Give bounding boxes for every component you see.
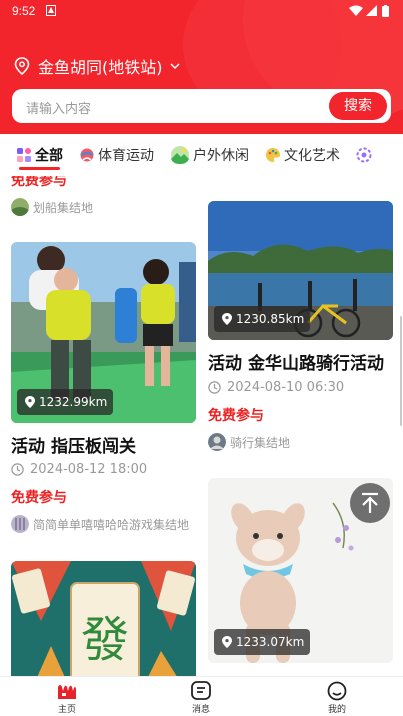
location-label: 金鱼胡同(地铁站) [38, 58, 163, 77]
culture-icon [266, 148, 280, 162]
chevron-down-icon [169, 63, 180, 70]
distance-badge: 1230.85km [214, 306, 311, 332]
organizer-name: 划船集结地 [33, 200, 94, 215]
tab-label: 体育运动 [98, 148, 154, 164]
active-tab-indicator [19, 167, 60, 170]
distance-text: 1232.99km [39, 395, 108, 409]
back-to-top-button[interactable] [350, 483, 390, 523]
distance-badge: 1233.07km [214, 629, 311, 655]
tab-sports[interactable]: 体育运动 [79, 134, 154, 176]
nav-home[interactable]: 主页 [37, 681, 97, 715]
tab-label: 户外休闲 [193, 148, 249, 164]
nav-label: 消息 [191, 705, 210, 715]
bottom-navigation: 主页 消息 我的 [0, 676, 403, 716]
activity-name: 指压板闯关 [51, 437, 136, 457]
activity-title: 活动 指压板闯关 [11, 432, 136, 457]
signal-icon [366, 5, 377, 16]
tab-label: 文化艺术 [284, 148, 340, 164]
mahjong-poster: 發 [11, 561, 196, 676]
profile-icon [327, 681, 347, 701]
activity-time: 2024-08-12 18:00 [11, 462, 147, 477]
category-tabs: 全部 体育运动 户外休闲 文化艺术 [0, 134, 403, 176]
organizer: 简简单单嘻嘻哈哈游戏集结地 [11, 515, 189, 533]
activity-time: 2024-08-10 06:30 [208, 380, 344, 395]
clock-icon [208, 381, 221, 394]
sports-icon [80, 148, 94, 162]
activity-title: 活动 金华山路骑行活动 [208, 349, 384, 374]
tab-more[interactable] [356, 134, 375, 176]
nav-profile[interactable]: 我的 [307, 681, 367, 715]
location-selector[interactable]: 金鱼胡同(地铁站) [14, 54, 181, 78]
distance-badge: 1232.99km [17, 389, 114, 415]
wifi-icon [349, 5, 363, 16]
organizer-name: 简简单单嘻嘻哈哈游戏集结地 [33, 517, 190, 532]
status-time: 9:52 [12, 4, 36, 18]
price-label: 免费参与 [208, 408, 264, 424]
activity-datetime: 2024-08-10 06:30 [227, 380, 345, 395]
organizer-name: 骑行集结地 [230, 435, 291, 450]
nav-messages[interactable]: 消息 [171, 681, 231, 715]
status-bar: 9:52 [0, 0, 403, 22]
avatar [11, 515, 29, 533]
activity-name: 金华山路骑行活动 [248, 354, 384, 374]
more-category-icon [356, 147, 372, 163]
search-button[interactable]: 搜索 [329, 92, 387, 120]
price-label: 免费参与 [11, 176, 67, 189]
location-pin-icon [222, 313, 232, 325]
location-pin-icon [14, 57, 30, 75]
tab-label: 全部 [35, 148, 63, 164]
location-pin-icon [222, 636, 232, 648]
activity-image: 1230.85km [208, 201, 393, 340]
activity-datetime: 2024-08-12 18:00 [30, 462, 148, 477]
activity-tag: 活动 [208, 354, 242, 374]
search-bar: 请输入内容 搜索 [12, 89, 391, 123]
battery-icon [382, 5, 389, 17]
search-input[interactable]: 请输入内容 [26, 98, 91, 117]
notification-icon [46, 5, 56, 16]
distance-text: 1233.07km [236, 635, 305, 649]
clock-icon [11, 463, 24, 476]
arrow-up-icon [362, 492, 378, 513]
location-pin-icon [25, 396, 35, 408]
activity-image: 發 [11, 561, 196, 676]
tab-culture[interactable]: 文化艺术 [265, 134, 340, 176]
outdoor-icon [171, 146, 189, 164]
tab-outdoor[interactable]: 户外休闲 [170, 134, 249, 176]
header: 9:52 金鱼胡同(地铁站) 请输入内容 搜索 [0, 0, 403, 134]
grid-icon [17, 148, 31, 162]
home-icon [58, 685, 76, 699]
avatar [11, 198, 29, 216]
scrollbar[interactable] [400, 316, 402, 426]
avatar [208, 433, 226, 451]
activity-tag: 活动 [11, 437, 45, 457]
distance-text: 1230.85km [236, 312, 305, 326]
nav-label: 我的 [327, 705, 346, 715]
price-label: 免费参与 [11, 490, 67, 506]
organizer: 骑行集结地 [208, 433, 290, 451]
activity-image: 1232.99km [11, 242, 196, 423]
nav-label: 主页 [57, 705, 76, 715]
svg-text:發: 發 [81, 612, 129, 668]
organizer: 划船集结地 [11, 198, 93, 216]
tab-all[interactable]: 全部 [16, 134, 63, 176]
activity-feed: 免费参与 划船集结地 1232.99km 活动 指压板闯关 2024-08-12… [0, 176, 403, 676]
message-icon [191, 681, 211, 700]
